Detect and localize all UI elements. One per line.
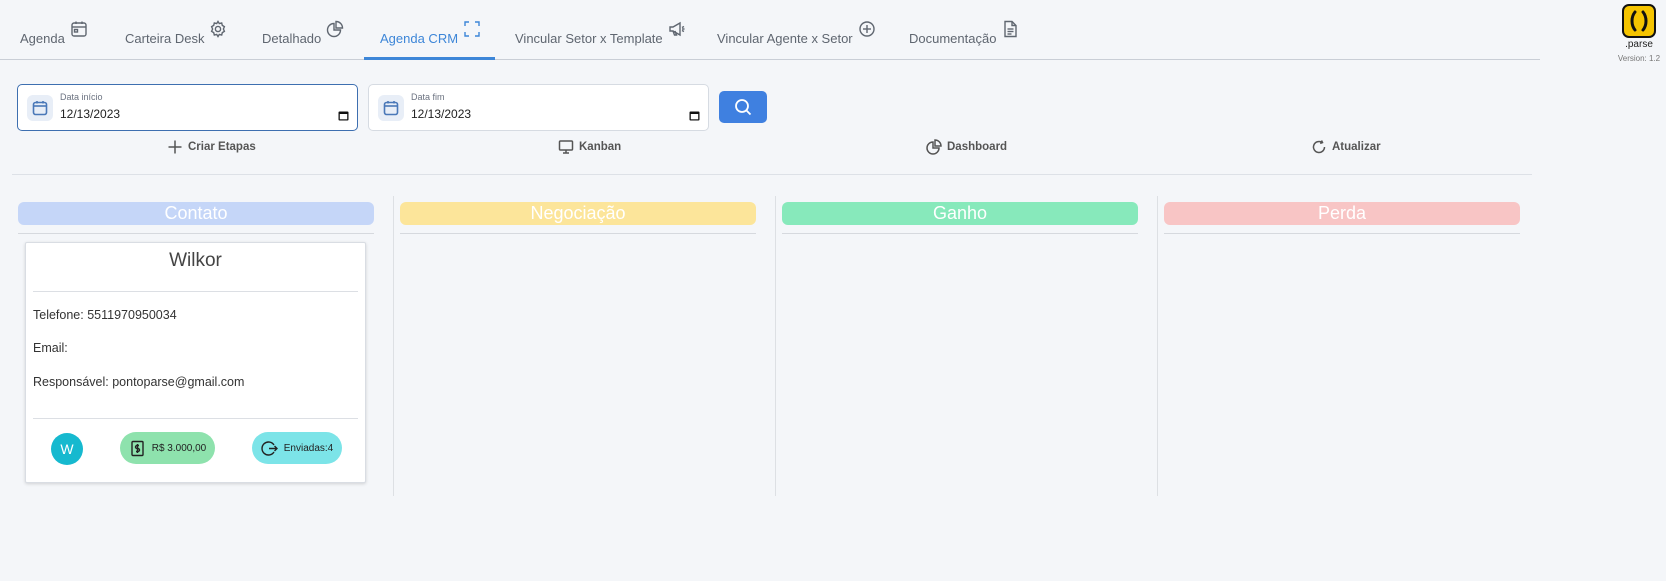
column-separator xyxy=(775,196,776,496)
tab-vincular-agente-setor[interactable]: Vincular Agente x Setor xyxy=(717,20,876,60)
refresh-icon xyxy=(1312,140,1326,154)
parse-logo-mark xyxy=(1622,4,1656,38)
monitor-icon xyxy=(558,140,574,154)
tab-vincular-setor-template[interactable]: Vincular Setor x Template xyxy=(515,20,686,60)
refresh-button[interactable]: Atualizar xyxy=(1311,137,1381,157)
tab-label: Vincular Setor x Template xyxy=(515,31,663,46)
gear-icon xyxy=(211,20,226,38)
document-icon xyxy=(1004,20,1018,38)
contact-phone: Telefone: 5511970950034 xyxy=(33,308,177,322)
tab-label: Detalhado xyxy=(262,31,322,46)
contact-card[interactable]: Wilkor Telefone: 5511970950034 Email: Re… xyxy=(25,242,366,483)
search-icon xyxy=(735,99,752,116)
tab-carteira-desk[interactable]: Carteira Desk xyxy=(125,20,227,60)
contact-owner: Responsável: pontoparse@gmail.com xyxy=(33,375,245,389)
kanban-label: Kanban xyxy=(579,141,622,153)
version-label: Version: 1.2 xyxy=(1617,54,1661,63)
column-header-negociacao: Negociação xyxy=(400,202,756,225)
tab-detalhado[interactable]: Detalhado xyxy=(262,20,344,60)
deal-value: R$ 3.000,00 xyxy=(151,442,207,454)
tab-label: Carteira Desk xyxy=(125,31,205,46)
tab-label: Vincular Agente x Setor xyxy=(717,31,853,46)
search-button[interactable] xyxy=(719,91,767,123)
end-date-field[interactable]: Data fim 12/13/2023 xyxy=(368,84,709,131)
parse-logo: .parse Version: 1.2 xyxy=(1614,4,1664,63)
top-nav-tabs: Agenda Carteira Desk Detalhado Agenda CR… xyxy=(0,0,1540,60)
date-picker-icon[interactable] xyxy=(689,108,700,121)
card-divider xyxy=(33,291,358,292)
contact-name: Wilkor xyxy=(169,250,222,271)
receipt-icon xyxy=(131,440,144,456)
pie-chart-icon xyxy=(327,20,344,38)
dashboard-button[interactable]: Dashboard xyxy=(926,137,1007,157)
refresh-label: Atualizar xyxy=(1332,141,1381,153)
fullscreen-icon xyxy=(464,21,480,37)
calendar-icon xyxy=(27,95,53,121)
column-separator xyxy=(393,196,394,496)
megaphone-icon xyxy=(668,21,685,37)
column-separator xyxy=(1157,196,1158,496)
avatar[interactable]: W xyxy=(51,433,83,465)
contact-email: Email: xyxy=(33,341,68,355)
column-divider xyxy=(782,233,1138,234)
kanban-button[interactable]: Kanban xyxy=(558,137,621,157)
tab-label: Agenda CRM xyxy=(380,31,459,46)
start-date-value[interactable]: 12/13/2023 xyxy=(60,107,120,121)
sent-count: Enviadas:4 xyxy=(283,442,334,454)
parse-logo-icon xyxy=(1630,10,1648,32)
send-circle-icon xyxy=(261,440,278,456)
tab-agenda-crm[interactable]: Agenda CRM xyxy=(363,20,496,60)
plus-icon xyxy=(168,140,182,154)
tab-label: Documentação xyxy=(909,31,997,46)
create-stages-label: Criar Etapas xyxy=(188,141,256,153)
sent-messages-badge[interactable]: Enviadas:4 xyxy=(252,432,342,464)
calendar-icon xyxy=(71,21,87,37)
card-divider xyxy=(33,418,358,419)
column-divider xyxy=(400,233,756,234)
create-stages-button[interactable]: Criar Etapas xyxy=(167,137,256,157)
tab-agenda[interactable]: Agenda xyxy=(20,20,88,60)
column-divider xyxy=(18,233,374,234)
column-header-contato: Contato xyxy=(18,202,374,225)
tab-label: Agenda xyxy=(20,31,65,46)
calendar-icon xyxy=(378,95,404,121)
deal-value-badge[interactable]: R$ 3.000,00 xyxy=(120,432,215,464)
column-divider xyxy=(1164,233,1520,234)
end-date-label: Data fim xyxy=(411,92,445,102)
column-header-perda: Perda xyxy=(1164,202,1520,225)
column-header-ganho: Ganho xyxy=(782,202,1138,225)
logo-name: .parse xyxy=(1625,39,1653,50)
pie-chart-icon xyxy=(926,139,942,155)
tab-documentacao[interactable]: Documentação xyxy=(909,20,1019,60)
date-picker-icon[interactable] xyxy=(338,108,349,121)
section-divider xyxy=(12,174,1532,175)
end-date-value[interactable]: 12/13/2023 xyxy=(411,107,471,121)
dashboard-label: Dashboard xyxy=(947,141,1008,153)
plus-circle-icon xyxy=(858,21,875,37)
start-date-label: Data início xyxy=(60,92,103,102)
start-date-field[interactable]: Data início 12/13/2023 xyxy=(17,84,358,131)
